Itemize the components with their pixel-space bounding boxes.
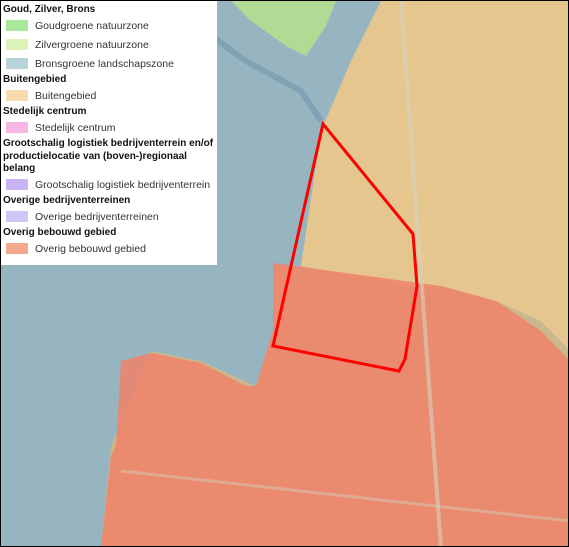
legend-item: Stedelijk centrum bbox=[3, 118, 217, 137]
legend-swatch bbox=[6, 39, 28, 50]
legend-label: Buitengebied bbox=[35, 89, 97, 102]
legend-label: Grootschalig logistiek bedrijventerrein bbox=[35, 178, 211, 191]
legend-item: Bronsgroene landschapszone bbox=[3, 54, 217, 73]
legend-swatch bbox=[6, 58, 28, 69]
legend-heading: Overige bedrijventerreinen bbox=[3, 195, 131, 206]
legend-heading: Stedelijk centrum bbox=[3, 106, 87, 117]
legend-label: Goudgroene natuurzone bbox=[35, 19, 149, 32]
legend-label: Overige bedrijventerreinen bbox=[35, 210, 159, 223]
legend-item: Grootschalig logistiek bedrijventerrein bbox=[3, 175, 217, 194]
legend-swatch bbox=[6, 122, 28, 133]
legend-label: Stedelijk centrum bbox=[35, 121, 116, 134]
legend-swatch bbox=[6, 20, 28, 31]
legend-label: Overig bebouwd gebied bbox=[35, 242, 146, 255]
legend-swatch bbox=[6, 211, 28, 222]
legend-item: Overig bebouwd gebied bbox=[3, 239, 217, 258]
legend-heading: Buitengebied bbox=[3, 74, 67, 85]
map-view[interactable]: Goud, Zilver, Brons Goudgroene natuurzone… bbox=[0, 0, 569, 547]
map-legend: Goud, Zilver, Brons Goudgroene natuurzone… bbox=[1, 1, 217, 265]
legend-item: Zilvergroene natuurzone bbox=[3, 35, 217, 54]
legend-swatch bbox=[6, 179, 28, 190]
legend-item: Buitengebied bbox=[3, 86, 217, 105]
legend-swatch bbox=[6, 243, 28, 254]
legend-item: Goudgroene natuurzone bbox=[3, 16, 217, 35]
legend-label: Zilvergroene natuurzone bbox=[35, 38, 149, 51]
legend-label: Bronsgroene landschapszone bbox=[35, 57, 174, 70]
legend-heading: Grootschalig logistiek bedrijventerrein … bbox=[3, 138, 214, 149]
legend-heading: Goud, Zilver, Brons bbox=[3, 4, 96, 15]
legend-heading: productielocatie van (boven-)regionaal b… bbox=[3, 151, 187, 174]
legend-item: Overige bedrijventerreinen bbox=[3, 207, 217, 226]
legend-swatch bbox=[6, 90, 28, 101]
legend-heading: Overig bebouwd gebied bbox=[3, 227, 117, 238]
